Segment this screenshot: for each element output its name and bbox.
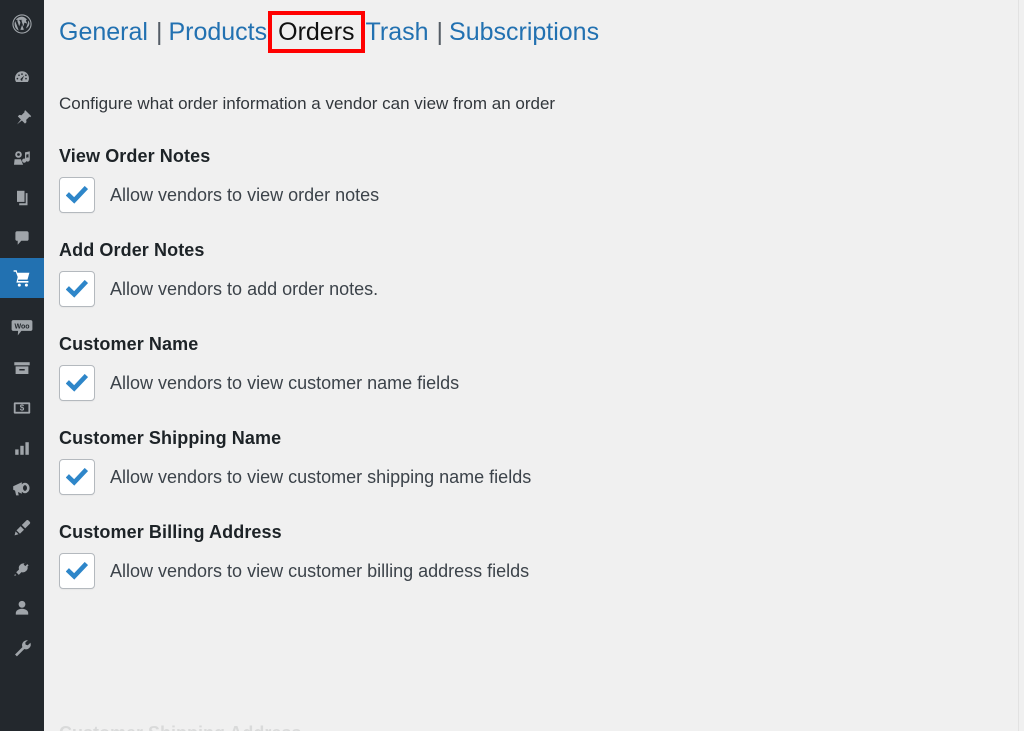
checkmark-icon <box>66 468 88 486</box>
shopping-cart-icon <box>13 270 30 287</box>
settings-tab-bar: General | Products Orders Trash | Subscr… <box>58 0 1024 64</box>
tab-trash[interactable]: Trash <box>365 17 430 47</box>
media-icon[interactable] <box>0 138 44 178</box>
setting-customer-billing-address: Customer Billing Address Allow vendors t… <box>58 521 1024 589</box>
checkbox-row[interactable]: Allow vendors to view order notes <box>59 177 1024 213</box>
checkmark-icon <box>66 562 88 580</box>
archive-box-icon[interactable] <box>0 348 44 388</box>
content-right-edge <box>1018 0 1019 731</box>
admin-sidebar: Woo $ <box>0 0 52 731</box>
wrench-icon[interactable] <box>0 628 44 668</box>
checkmark-icon <box>66 280 88 298</box>
payments-icon[interactable]: $ <box>0 388 44 428</box>
section-heading: Customer Name <box>59 334 199 354</box>
view-order-notes-checkbox[interactable] <box>59 177 95 213</box>
section-heading: Customer Billing Address <box>59 522 282 542</box>
paintbrush-icon[interactable] <box>0 508 44 548</box>
checkmark-icon <box>66 374 88 392</box>
setting-view-order-notes: View Order Notes Allow vendors to view o… <box>58 145 1024 213</box>
checkbox-row[interactable]: Allow vendors to view customer name fiel… <box>59 365 1024 401</box>
customer-shipping-name-checkbox[interactable] <box>59 459 95 495</box>
comments-icon[interactable] <box>0 218 44 258</box>
next-section-heading-partial: Customer Shipping Address <box>59 722 301 731</box>
customer-name-checkbox[interactable] <box>59 365 95 401</box>
tab-subscriptions[interactable]: Subscriptions <box>448 17 600 47</box>
checkbox-row[interactable]: Allow vendors to view customer shipping … <box>59 459 1024 495</box>
dashboard-icon[interactable] <box>0 58 44 98</box>
add-order-notes-checkbox[interactable] <box>59 271 95 307</box>
setting-add-order-notes: Add Order Notes Allow vendors to add ord… <box>58 239 1024 307</box>
tab-general[interactable]: General <box>58 17 149 47</box>
megaphone-icon[interactable] <box>0 468 44 508</box>
checkbox-label[interactable]: Allow vendors to view customer billing a… <box>110 559 529 583</box>
svg-text:$: $ <box>20 404 25 413</box>
section-heading: Add Order Notes <box>59 240 205 260</box>
checkmark-icon <box>66 186 88 204</box>
checkbox-label[interactable]: Allow vendors to add order notes. <box>110 277 378 301</box>
pushpin-icon[interactable] <box>0 98 44 138</box>
user-icon[interactable] <box>0 588 44 628</box>
checkbox-row[interactable]: Allow vendors to add order notes. <box>59 271 1024 307</box>
svg-text:Woo: Woo <box>14 324 29 331</box>
setting-customer-shipping-name: Customer Shipping Name Allow vendors to … <box>58 427 1024 495</box>
page-description: Configure what order information a vendo… <box>59 94 556 113</box>
setting-customer-name: Customer Name Allow vendors to view cust… <box>58 333 1024 401</box>
tab-orders[interactable]: Orders <box>277 17 355 47</box>
plug-icon[interactable] <box>0 548 44 588</box>
tab-products[interactable]: Products <box>167 17 268 47</box>
admin-screen: Woo $ General | Products Orders Trash | … <box>0 0 1024 731</box>
woo-bubble-icon[interactable]: Woo <box>0 308 44 348</box>
sidebar-divider-1 <box>0 48 44 58</box>
settings-content: General | Products Orders Trash | Subscr… <box>44 0 1024 731</box>
analytics-bars-icon[interactable] <box>0 428 44 468</box>
customer-billing-address-checkbox[interactable] <box>59 553 95 589</box>
sidebar-item-woocommerce[interactable] <box>0 258 52 298</box>
checkbox-label[interactable]: Allow vendors to view order notes <box>110 183 379 207</box>
section-heading: View Order Notes <box>59 146 211 166</box>
tab-separator: | <box>155 18 163 46</box>
tab-separator: | <box>436 18 444 46</box>
section-heading: Customer Shipping Name <box>59 428 282 448</box>
checkbox-label[interactable]: Allow vendors to view customer name fiel… <box>110 371 459 395</box>
tab-list: General | Products Orders Trash | Subscr… <box>58 17 600 47</box>
checkbox-row[interactable]: Allow vendors to view customer billing a… <box>59 553 1024 589</box>
wordpress-logo-icon[interactable] <box>0 0 44 48</box>
pages-icon[interactable] <box>0 178 44 218</box>
sidebar-divider-2 <box>0 298 44 308</box>
checkbox-label[interactable]: Allow vendors to view customer shipping … <box>110 465 531 489</box>
